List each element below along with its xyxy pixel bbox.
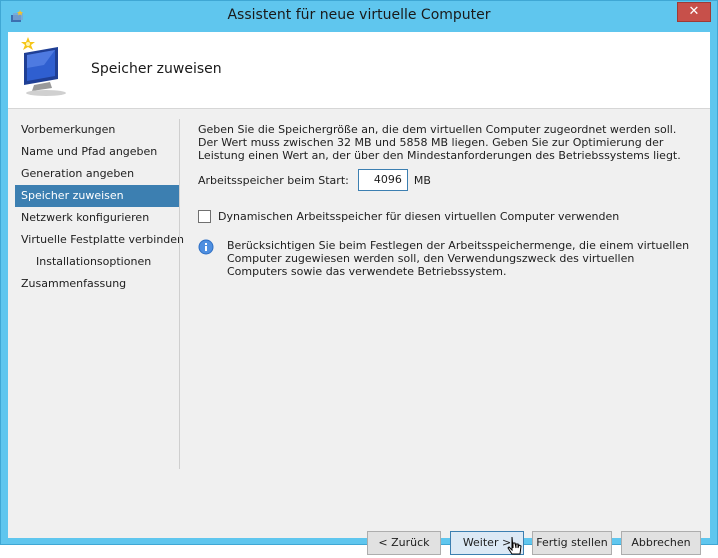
nav-item-speicher-zuweisen[interactable]: Speicher zuweisen [15, 185, 180, 207]
mouse-cursor-icon [507, 536, 522, 555]
cancel-button[interactable]: Abbrechen [621, 531, 701, 555]
nav-item-festplatte[interactable]: Virtuelle Festplatte verbinden [15, 229, 184, 251]
step-content: Geben Sie die Speichergröße an, die dem … [198, 123, 698, 278]
startup-memory-label: Arbeitsspeicher beim Start: [198, 173, 349, 187]
page-title: Speicher zuweisen [91, 61, 222, 77]
monitor-wizard-icon [21, 37, 66, 96]
wizard-step-list: Vorbemerkungen Name und Pfad angeben Gen… [15, 119, 184, 295]
wizard-window: Assistent für neue virtuelle Computer ✕ … [0, 0, 718, 555]
wizard-client-area: Speicher zuweisen Vorbemerkungen Name un… [8, 32, 710, 555]
dynamic-memory-checkbox[interactable] [198, 210, 211, 223]
nav-item-installationsoptionen[interactable]: Installationsoptionen [15, 251, 180, 273]
close-button[interactable]: ✕ [677, 2, 711, 22]
finish-button[interactable]: Fertig stellen [532, 531, 612, 555]
dynamic-memory-row[interactable]: Dynamischen Arbeitsspeicher für diesen v… [198, 210, 619, 223]
nav-divider [179, 119, 180, 469]
info-icon [198, 239, 214, 255]
nav-item-netzwerk[interactable]: Netzwerk konfigurieren [15, 207, 180, 229]
title-bar[interactable]: Assistent für neue virtuelle Computer ✕ [1, 1, 717, 33]
step-description: Geben Sie die Speichergröße an, die dem … [198, 123, 681, 162]
wizard-body: Vorbemerkungen Name und Pfad angeben Gen… [8, 109, 710, 555]
nav-item-zusammenfassung[interactable]: Zusammenfassung [15, 273, 180, 295]
back-button[interactable]: < Zurück [367, 531, 441, 555]
window-title: Assistent für neue virtuelle Computer [227, 7, 491, 23]
nav-item-generation[interactable]: Generation angeben [15, 163, 180, 185]
wizard-header: Speicher zuweisen [8, 32, 710, 108]
info-text: Berücksichtigen Sie beim Festlegen der A… [227, 239, 690, 278]
startup-memory-input[interactable]: 4096 [357, 169, 408, 191]
nav-item-vorbemerkungen[interactable]: Vorbemerkungen [15, 119, 180, 141]
nav-item-name-und-pfad[interactable]: Name und Pfad angeben [15, 141, 180, 163]
memory-unit-label: MB [413, 173, 431, 187]
startup-memory-row: Arbeitsspeicher beim Start: 4096 MB [198, 169, 431, 191]
dynamic-memory-label[interactable]: Dynamischen Arbeitsspeicher für diesen v… [218, 210, 619, 223]
